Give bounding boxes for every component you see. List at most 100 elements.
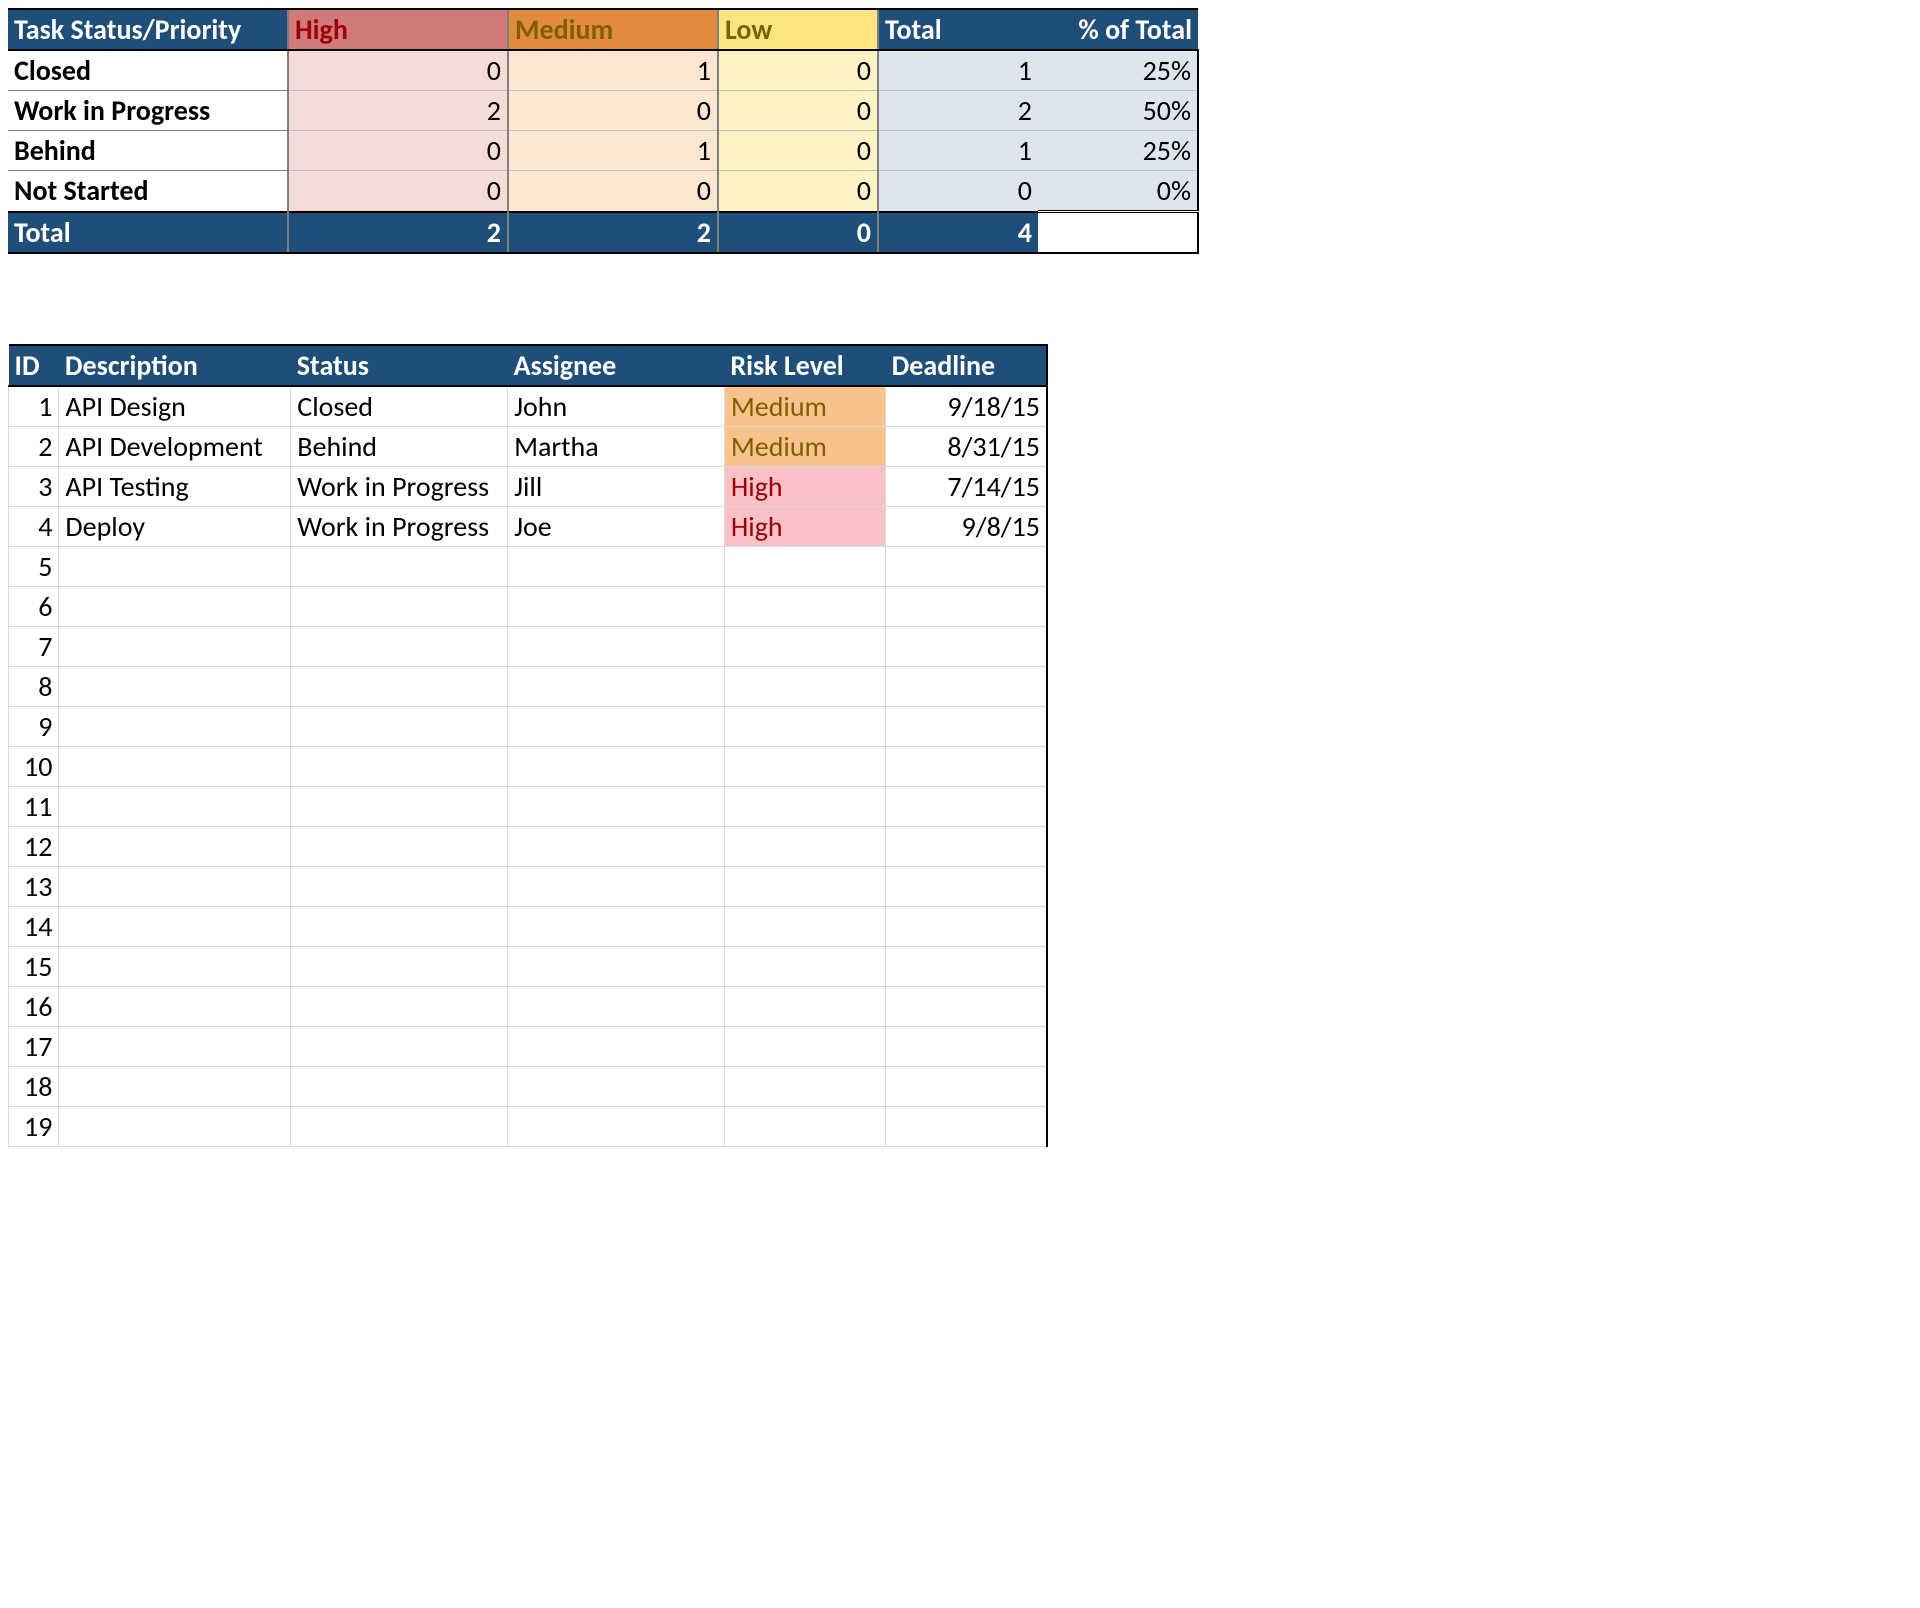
summary-cell-total[interactable]: 1: [878, 50, 1038, 91]
cell-desc[interactable]: [59, 826, 291, 866]
cell-id[interactable]: 19: [9, 1106, 59, 1146]
cell-deadline[interactable]: [886, 1066, 1047, 1106]
cell-id[interactable]: 4: [9, 506, 59, 546]
cell-id[interactable]: 7: [9, 626, 59, 666]
summary-cell-high[interactable]: 0: [288, 131, 508, 171]
cell-desc[interactable]: [59, 746, 291, 786]
cell-id[interactable]: 13: [9, 866, 59, 906]
summary-cell-low[interactable]: 0: [718, 50, 878, 91]
summary-cell-med[interactable]: 0: [508, 91, 718, 131]
summary-row-label[interactable]: Closed: [8, 50, 288, 91]
summary-cell-low[interactable]: 0: [718, 91, 878, 131]
cell-risk[interactable]: [724, 786, 885, 826]
cell-desc[interactable]: [59, 986, 291, 1026]
summary-cell-pct[interactable]: 0%: [1038, 171, 1198, 212]
cell-deadline[interactable]: [886, 946, 1047, 986]
cell-desc[interactable]: [59, 786, 291, 826]
cell-deadline[interactable]: [886, 986, 1047, 1026]
cell-status[interactable]: Behind: [291, 426, 508, 466]
cell-id[interactable]: 17: [9, 1026, 59, 1066]
cell-risk[interactable]: [724, 946, 885, 986]
cell-assignee[interactable]: John: [508, 386, 725, 427]
cell-deadline[interactable]: [886, 906, 1047, 946]
cell-assignee[interactable]: [508, 906, 725, 946]
cell-deadline[interactable]: [886, 626, 1047, 666]
cell-id[interactable]: 1: [9, 386, 59, 427]
cell-risk[interactable]: [724, 586, 885, 626]
cell-risk[interactable]: [724, 986, 885, 1026]
summary-cell-med[interactable]: 1: [508, 131, 718, 171]
cell-desc[interactable]: [59, 946, 291, 986]
cell-assignee[interactable]: [508, 626, 725, 666]
cell-status[interactable]: [291, 826, 508, 866]
cell-status[interactable]: [291, 626, 508, 666]
cell-status[interactable]: [291, 546, 508, 586]
cell-deadline[interactable]: 7/14/15: [886, 466, 1047, 506]
cell-desc[interactable]: [59, 546, 291, 586]
cell-id[interactable]: 8: [9, 666, 59, 706]
cell-assignee[interactable]: [508, 946, 725, 986]
cell-risk[interactable]: [724, 626, 885, 666]
cell-desc[interactable]: [59, 666, 291, 706]
cell-status[interactable]: [291, 746, 508, 786]
cell-risk[interactable]: Medium: [724, 426, 885, 466]
cell-status[interactable]: [291, 706, 508, 746]
cell-desc[interactable]: API Testing: [59, 466, 291, 506]
cell-deadline[interactable]: [886, 746, 1047, 786]
cell-desc[interactable]: [59, 706, 291, 746]
cell-risk[interactable]: [724, 866, 885, 906]
cell-assignee[interactable]: [508, 706, 725, 746]
cell-deadline[interactable]: [886, 786, 1047, 826]
cell-status[interactable]: [291, 946, 508, 986]
cell-status[interactable]: [291, 866, 508, 906]
cell-id[interactable]: 2: [9, 426, 59, 466]
cell-status[interactable]: [291, 906, 508, 946]
cell-risk[interactable]: Medium: [724, 386, 885, 427]
summary-cell-low[interactable]: 0: [718, 171, 878, 212]
cell-assignee[interactable]: Joe: [508, 506, 725, 546]
cell-id[interactable]: 11: [9, 786, 59, 826]
cell-risk[interactable]: High: [724, 466, 885, 506]
summary-cell-pct[interactable]: 25%: [1038, 50, 1198, 91]
cell-risk[interactable]: [724, 546, 885, 586]
cell-status[interactable]: [291, 786, 508, 826]
summary-row-label[interactable]: Not Started: [8, 171, 288, 212]
cell-deadline[interactable]: 9/8/15: [886, 506, 1047, 546]
cell-desc[interactable]: [59, 626, 291, 666]
cell-deadline[interactable]: 9/18/15: [886, 386, 1047, 427]
cell-id[interactable]: 10: [9, 746, 59, 786]
cell-id[interactable]: 6: [9, 586, 59, 626]
cell-deadline[interactable]: [886, 1106, 1047, 1146]
cell-assignee[interactable]: [508, 546, 725, 586]
cell-desc[interactable]: [59, 1106, 291, 1146]
summary-cell-high[interactable]: 2: [288, 91, 508, 131]
summary-cell-high[interactable]: 0: [288, 50, 508, 91]
cell-deadline[interactable]: [886, 706, 1047, 746]
cell-id[interactable]: 5: [9, 546, 59, 586]
summary-cell-total[interactable]: 2: [878, 91, 1038, 131]
summary-cell-pct[interactable]: 50%: [1038, 91, 1198, 131]
cell-risk[interactable]: [724, 706, 885, 746]
cell-desc[interactable]: [59, 1026, 291, 1066]
cell-assignee[interactable]: [508, 746, 725, 786]
cell-status[interactable]: [291, 666, 508, 706]
cell-desc[interactable]: [59, 586, 291, 626]
cell-assignee[interactable]: [508, 1106, 725, 1146]
cell-assignee[interactable]: Martha: [508, 426, 725, 466]
cell-status[interactable]: Work in Progress: [291, 506, 508, 546]
summary-cell-high[interactable]: 0: [288, 171, 508, 212]
cell-assignee[interactable]: [508, 1066, 725, 1106]
summary-row-label[interactable]: Behind: [8, 131, 288, 171]
cell-risk[interactable]: [724, 1066, 885, 1106]
cell-assignee[interactable]: [508, 826, 725, 866]
cell-deadline[interactable]: [886, 826, 1047, 866]
cell-deadline[interactable]: 8/31/15: [886, 426, 1047, 466]
cell-deadline[interactable]: [886, 586, 1047, 626]
cell-assignee[interactable]: [508, 586, 725, 626]
cell-status[interactable]: [291, 586, 508, 626]
cell-assignee[interactable]: [508, 786, 725, 826]
cell-desc[interactable]: [59, 1066, 291, 1106]
cell-desc[interactable]: [59, 906, 291, 946]
cell-assignee[interactable]: [508, 1026, 725, 1066]
cell-status[interactable]: [291, 986, 508, 1026]
